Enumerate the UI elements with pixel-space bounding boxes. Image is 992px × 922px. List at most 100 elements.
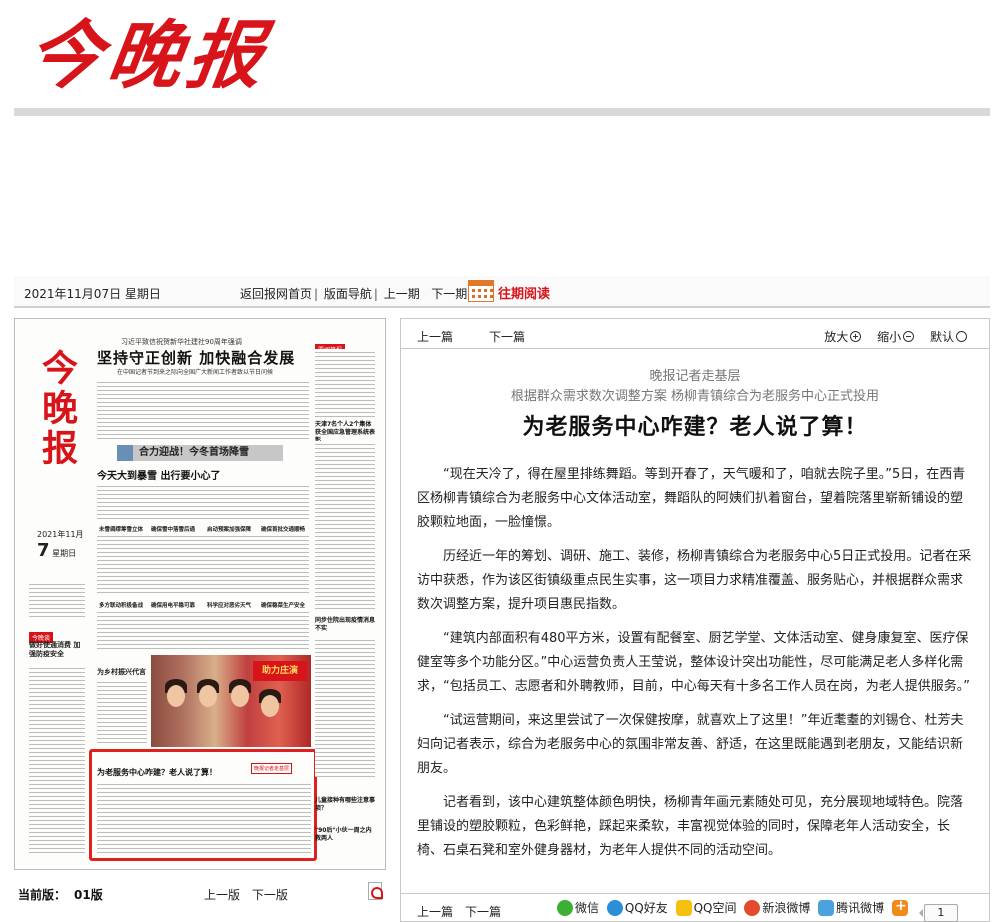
tencent-weibo-icon [818, 900, 835, 916]
link-next-issue[interactable]: 下一期 [431, 287, 467, 301]
thumb-body-lines [315, 349, 375, 419]
weibo-icon [744, 900, 761, 916]
link-layout-nav[interactable]: 版面导航 [324, 287, 372, 301]
article-paragraph: “试运营期间，来这里尝试了一次保健按摩，就喜欢上了这里！”年近耄耋的刘锡仓、杜芳… [417, 713, 964, 776]
issue-date: 2021年11月07日 星期日 [24, 287, 161, 301]
share-label: 新浪微博 [762, 901, 811, 915]
zoom-out-button[interactable]: 缩小 [871, 330, 915, 344]
thumb-highlight-title: 为老服务中心咋建？老人说了算！ [97, 768, 217, 777]
thumb-small-head: 多方联动积极备战 [99, 603, 144, 609]
thumb-weekday: 星期日 [52, 549, 77, 558]
article-paragraph: 历经近一年的筹划、调研、施工、装修，杨柳青镇综合为老服务中心5日正式投用。记者在… [417, 549, 972, 612]
current-edition-label: 当前版： [18, 888, 67, 902]
prev-article-link-bottom[interactable]: 上一篇 [417, 903, 453, 920]
zoom-in-label: 放大 [824, 330, 849, 344]
thumb-small-head: 确保用电平稳可靠 [151, 603, 196, 609]
share-label: QQ好友 [624, 901, 668, 915]
thumb-headline-2: 今天大到暴雪 出行要小心了 [97, 471, 221, 482]
thumb-right-head: 同步住院出现疫情消息不实 [315, 617, 376, 632]
share-qzone-button[interactable]: QQ空间 [675, 899, 737, 916]
share-label: QQ空间 [693, 901, 737, 915]
thumb-right-head: 儿童接种有哪些注意事项？ [315, 797, 376, 812]
thumb-photo: 助力庄演 [151, 655, 311, 747]
article-paragraph: 记者看到，该中心建筑整体颜色明快，杨柳青年画元素随处可见，充分展现地域特色。院落… [417, 795, 964, 858]
top-navbar: 2021年11月07日 星期日 返回报网首页| 版面导航| 上一期 下一期| 往… [14, 276, 990, 308]
article-toolbar: 上一篇 下一篇 放大 缩小 默认 [401, 319, 989, 349]
thumb-logo: 今晚报 [36, 349, 78, 469]
plus-icon [892, 898, 908, 916]
article-paragraph: “建筑内部面积有480平方米，设置有配餐室、厨艺学堂、文体活动室、健身康复室、医… [417, 631, 970, 694]
thumb-banner: 合力迎战！今冬首场降雪 [117, 445, 283, 461]
share-label: 腾讯微博 [836, 901, 885, 915]
thumb-small-head: 启动预案加强保障 [207, 527, 252, 533]
calendar-icon[interactable] [468, 280, 494, 302]
thumb-body-lines [97, 483, 309, 519]
zoom-controls: 放大 缩小 默认 [812, 328, 967, 345]
page-nav: 上一版 下一版 [204, 886, 296, 903]
wechat-icon [557, 900, 573, 916]
thumb-body-lines [97, 609, 309, 651]
next-page-link[interactable]: 下一版 [252, 888, 288, 902]
article-kicker: 晚报记者走基层 [649, 369, 741, 384]
thumb-left-column: 今晚报 2021年11月 7 星期日 今晚谈 做好使通消费 加强防疫安全 [29, 335, 89, 855]
article-footer: 上一篇 下一篇 微信 QQ好友 QQ空间 新浪微博 腾讯微博 1 [401, 893, 989, 922]
thumb-body-lines [97, 379, 309, 441]
newspaper-page-image[interactable]: 今晚报 2021年11月 7 星期日 今晚谈 做好使通消费 加强防疫安全 习近平… [17, 321, 383, 867]
plus-circle-icon [850, 331, 862, 342]
thumb-small-head: 确保雪中落雪后通 [151, 527, 196, 533]
zoom-in-button[interactable]: 放大 [818, 330, 862, 344]
article-body: “现在天冷了，得在屋里排练舞蹈。等到开春了，天气暖和了，咱就去院子里。”5日，在… [417, 463, 973, 875]
thumb-body-lines [97, 781, 311, 855]
share-qq-button[interactable]: QQ好友 [606, 899, 668, 916]
thumb-date-day: 7 [37, 540, 50, 561]
share-more-button[interactable] [892, 898, 910, 916]
thumb-body-lines [315, 441, 375, 611]
separator: | [314, 287, 319, 301]
thumb-small-head: 未雪绸缪筹雪立体 [99, 527, 144, 533]
zoom-out-label: 缩小 [877, 330, 902, 344]
minus-circle-icon [903, 331, 915, 342]
zoom-default-button[interactable]: 默认 [924, 330, 967, 344]
thumb-small-head: 确保稳菜生产安全 [261, 603, 306, 609]
thumb-small-head: 科学应对恶劣天气 [207, 603, 252, 609]
thumb-headline-1: 坚持守正创新 加快融合发展 [97, 349, 296, 367]
thumb-date: 2021年11月 7 星期日 [37, 529, 84, 561]
past-issues-link[interactable]: 往期阅读 [498, 283, 550, 302]
article-paragraph: “现在天冷了，得在屋里排练舞蹈。等到开春了，天气暖和了，咱就去院子里。”5日，在… [417, 467, 966, 530]
share-wechat-button[interactable]: 微信 [557, 899, 599, 916]
prev-article-link[interactable]: 上一篇 [417, 328, 453, 345]
prev-page-link[interactable]: 上一版 [204, 888, 240, 902]
thumb-left-body-lines [29, 665, 85, 855]
thumb-top-small: 习近平致信祝贺新华社建社90周年强调 [121, 338, 242, 346]
separator: | [373, 287, 378, 301]
circle-icon [956, 331, 967, 342]
pdf-download-icon[interactable] [368, 882, 383, 900]
link-home[interactable]: 返回报网首页 [240, 287, 312, 301]
thumb-highlight-tag: 晚报记者走基层 [251, 763, 293, 774]
site-logo[interactable]: 今晚报 [21, 6, 275, 106]
thumb-weather-lines [29, 581, 85, 617]
header-divider [14, 108, 990, 116]
link-prev-issue[interactable]: 上一期 [384, 287, 420, 301]
current-edition-value: 01版 [74, 888, 103, 902]
article-panel: 上一篇 下一篇 放大 缩小 默认 晚报记者走基层 根据群众需求数次调整方案 杨柳… [400, 318, 990, 922]
share-label: 微信 [575, 901, 600, 915]
thumb-right-head: "90后"小伙一周之内救两人 [315, 827, 372, 842]
thumb-small-head: 确保首批交通顺畅 [261, 527, 306, 533]
qq-icon [606, 900, 623, 916]
masthead: 今晚报 [0, 0, 992, 116]
share-tencent-weibo-button[interactable]: 腾讯微博 [818, 899, 884, 916]
zoom-default-label: 默认 [929, 330, 954, 344]
thumb-body-lines [97, 679, 147, 745]
thumb-body-lines [315, 637, 375, 777]
current-edition: 当前版： 01版 [18, 886, 103, 903]
thumb-photo-sign: 助力庄演 [253, 661, 307, 681]
article-subtitle: 根据群众需求数次调整方案 杨柳青镇综合为老服务中心正式投用 [510, 389, 880, 404]
page-thumbnail[interactable]: 今晚报 2021年11月 7 星期日 今晚谈 做好使通消费 加强防疫安全 习近平… [14, 318, 386, 870]
share-weibo-button[interactable]: 新浪微博 [744, 899, 810, 916]
next-article-link-bottom[interactable]: 下一篇 [465, 903, 501, 920]
next-article-link[interactable]: 下一篇 [489, 328, 525, 345]
thumb-body-lines [97, 533, 309, 595]
share-count: 1 [918, 904, 958, 922]
thumb-right-column: 要闻简报 天津7名个人2个集体获全国应急管理系统表彰 同步住院出现疫情消息不实 … [315, 337, 377, 857]
